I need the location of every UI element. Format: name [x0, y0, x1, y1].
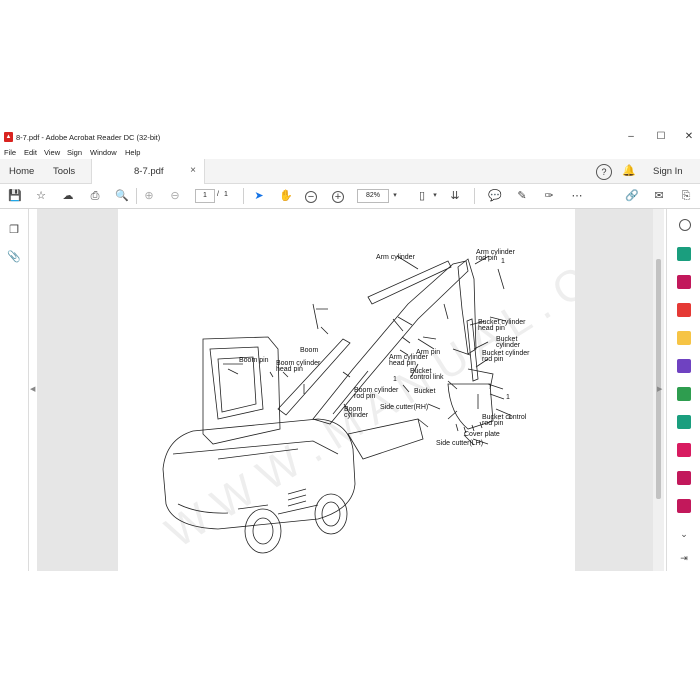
page-separator: /: [217, 191, 219, 198]
label-boom-cylinder-line2: cylinder: [344, 412, 369, 419]
previous-page-icon[interactable]: ⊕: [142, 189, 156, 203]
close-tab-icon[interactable]: ×: [190, 165, 196, 176]
next-page-icon[interactable]: ⊖: [168, 189, 182, 203]
label-bucket-cylinder-line2: cylinder: [496, 342, 521, 349]
label-arm-cylinder-rod-pin-line2: rod pin: [476, 255, 498, 262]
acrobat-app-icon: ▲: [4, 132, 13, 142]
window-title: 8-7.pdf - Adobe Acrobat Reader DC (32-bi…: [16, 133, 161, 142]
edit-pdf-tool-icon[interactable]: [677, 303, 691, 317]
zoom-level-input[interactable]: 82%: [357, 189, 389, 203]
create-pdf-icon[interactable]: [677, 275, 691, 289]
toolbar: 💾 ☆ ☁ ⎙ 🔍 ⊕ ⊖ 1 / 1 ➤ ✋ − + 82% ▾ ▯ ▾ ⇊ …: [0, 184, 700, 209]
menu-file[interactable]: File: [4, 148, 16, 157]
help-icon[interactable]: ?: [596, 164, 612, 180]
more-tools-chevron-icon[interactable]: ⌄: [677, 527, 691, 541]
left-navigation-pane: ❐ 📎 ◀: [0, 209, 35, 571]
callout-number: 1: [506, 394, 510, 401]
callout-number: 1: [393, 376, 397, 383]
maximize-button[interactable]: ☐: [646, 128, 676, 146]
notification-bell-icon[interactable]: 🔔: [622, 164, 636, 177]
page-fit-dropdown-chevron-icon[interactable]: ▾: [428, 189, 442, 203]
menu-help[interactable]: Help: [125, 148, 140, 157]
label-boom-pin: Boom pin: [239, 357, 269, 364]
toolbar-separator: [243, 188, 244, 204]
label-bucket-control-rod-pin-line2: rod pin: [482, 420, 504, 427]
label-boom-cylinder-head-pin-line2: head pin: [276, 366, 303, 373]
excavator-parts-diagram: W W W . M A N U A L . C O M: [157, 207, 677, 557]
hand-tool-icon[interactable]: ✋: [279, 189, 293, 203]
label-arm-cylinder: Arm cylinder: [376, 254, 416, 261]
toolbar-separator: [136, 188, 137, 204]
close-window-button[interactable]: ✕: [674, 128, 700, 146]
toolbar-separator: [474, 188, 475, 204]
acrobat-window: ▲ 8-7.pdf - Adobe Acrobat Reader DC (32-…: [0, 128, 700, 571]
menu-bar: File Edit View Sign Window Help: [0, 146, 700, 159]
scrollbar-thumb[interactable]: [656, 259, 661, 499]
select-tool-icon[interactable]: ➤: [252, 189, 266, 203]
label-side-cutter-lh: Side cutter(LH): [436, 440, 483, 447]
sign-in-button[interactable]: Sign In: [653, 166, 683, 177]
compress-pdf-icon[interactable]: [677, 415, 691, 429]
page-number-input[interactable]: 1: [195, 189, 215, 203]
tab-tools[interactable]: Tools: [53, 166, 75, 177]
upload-cloud-icon[interactable]: ☁: [61, 189, 75, 203]
collapse-pane-icon[interactable]: ⇥: [677, 551, 691, 565]
left-pane-toggle-icon[interactable]: ◀: [30, 385, 35, 393]
right-tools-pane: ⌄ ⇥: [666, 209, 700, 571]
export-pdf-icon[interactable]: [677, 247, 691, 261]
tab-home[interactable]: Home: [9, 166, 34, 177]
right-pane-toggle-icon[interactable]: ▶: [657, 385, 662, 393]
print-icon[interactable]: ⎙: [88, 189, 102, 203]
label-bucket-cylinder-head-pin-line2: head pin: [478, 325, 505, 332]
combine-files-icon[interactable]: [677, 359, 691, 373]
menu-sign[interactable]: Sign: [67, 148, 82, 157]
highlight-pen-icon[interactable]: ✎: [515, 189, 529, 203]
label-bucket-control-link-line2: control link: [410, 374, 444, 381]
comment-tool-icon[interactable]: [677, 331, 691, 345]
minimize-button[interactable]: –: [616, 128, 646, 146]
protect-icon[interactable]: [677, 471, 691, 485]
zoom-in-icon[interactable]: +: [332, 191, 344, 203]
label-cover-plate: Cover plate: [464, 431, 500, 438]
page-thumbnails-icon[interactable]: ❐: [7, 223, 21, 237]
attachments-paperclip-icon[interactable]: 📎: [7, 250, 21, 264]
label-bucket: Bucket: [414, 388, 435, 395]
zoom-dropdown-chevron-icon[interactable]: ▾: [388, 189, 402, 203]
callout-number: 1: [501, 258, 505, 265]
more-tools-icon[interactable]: ⋯: [570, 189, 584, 203]
document-tab-label: 8-7.pdf: [134, 166, 164, 177]
tab-document[interactable]: 8-7.pdf ×: [91, 159, 205, 184]
label-bucket-cylinder-rod-pin-line2: rod pin: [482, 356, 504, 363]
label-arm-cylinder-head-pin-line2: head pin: [389, 360, 416, 367]
menu-edit[interactable]: Edit: [24, 148, 37, 157]
draw-icon[interactable]: ✑: [542, 189, 556, 203]
document-viewer[interactable]: W W W . M A N U A L . C O M: [37, 207, 677, 571]
search-tools-icon[interactable]: [679, 219, 691, 231]
label-side-cutter-rh: Side cutter(RH): [380, 404, 428, 411]
comment-icon[interactable]: 💬: [488, 189, 502, 203]
callout-number: 1: [508, 414, 512, 421]
page-fit-icon[interactable]: ▯: [415, 189, 429, 203]
share-link-icon[interactable]: 🔗: [625, 189, 639, 203]
menu-view[interactable]: View: [44, 148, 60, 157]
email-icon[interactable]: ✉: [652, 189, 666, 203]
prepare-form-icon[interactable]: [677, 499, 691, 513]
label-boom: Boom: [300, 347, 318, 354]
save-icon[interactable]: 💾: [8, 189, 22, 203]
title-bar: ▲ 8-7.pdf - Adobe Acrobat Reader DC (32-…: [0, 128, 700, 146]
zoom-out-icon[interactable]: −: [305, 191, 317, 203]
organize-pages-icon[interactable]: [677, 387, 691, 401]
bookmark-star-icon[interactable]: ☆: [34, 189, 48, 203]
fill-sign-icon[interactable]: [677, 443, 691, 457]
label-boom-cylinder-rod-pin-line2: rod pin: [354, 393, 376, 400]
menu-window[interactable]: Window: [90, 148, 117, 157]
page-total: 1: [224, 191, 228, 198]
pdf-page: W W W . M A N U A L . C O M: [118, 207, 677, 571]
edit-pdf-icon[interactable]: ⎘: [679, 189, 693, 203]
find-text-icon[interactable]: 🔍: [115, 189, 129, 203]
scroll-mode-icon[interactable]: ⇊: [448, 189, 462, 203]
